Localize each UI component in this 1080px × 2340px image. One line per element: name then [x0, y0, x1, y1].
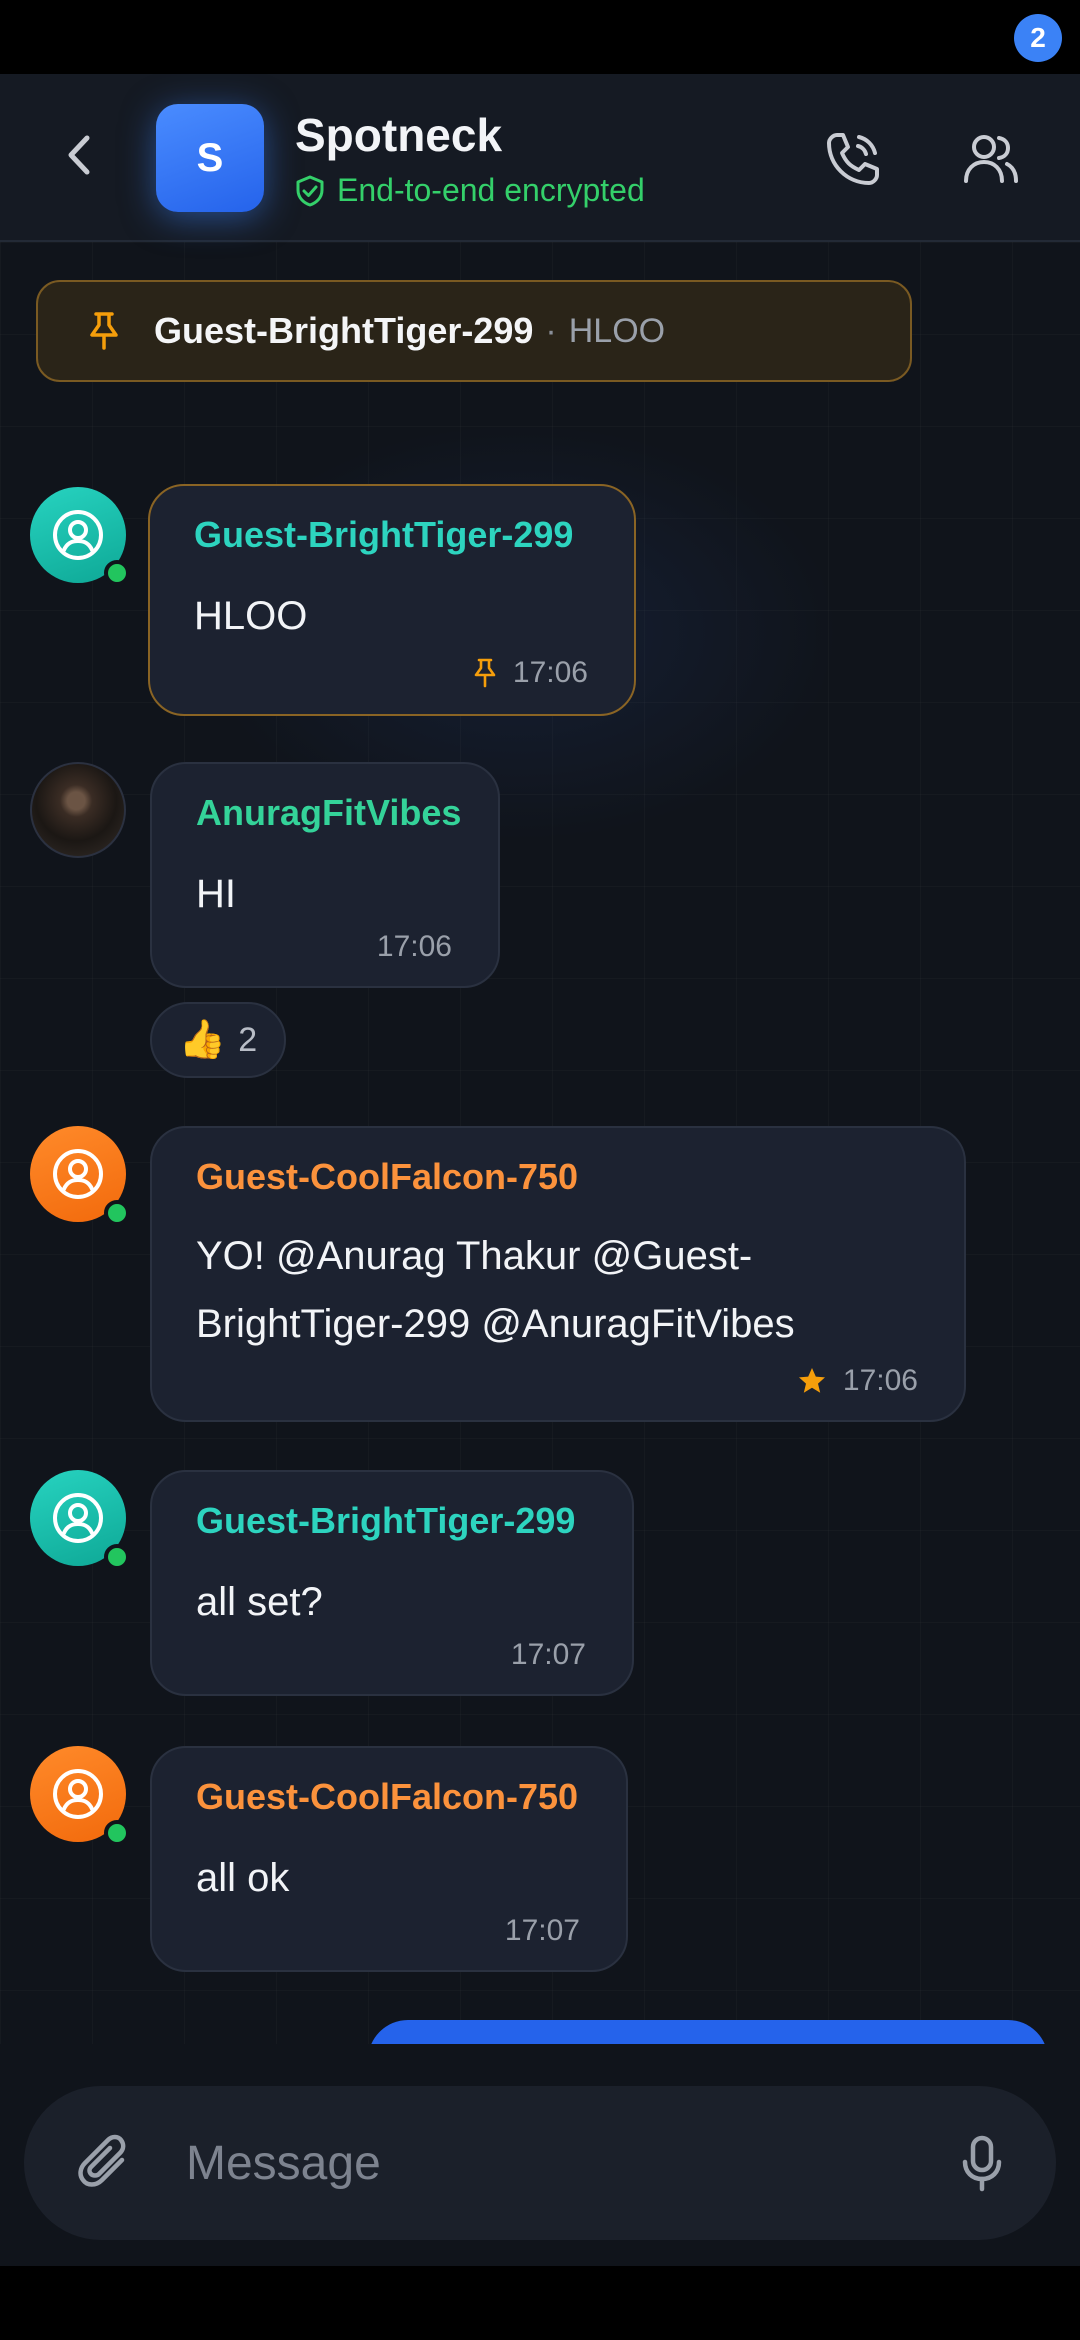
message-meta: 17:07: [505, 1914, 580, 1948]
online-indicator: [104, 1820, 130, 1846]
encryption-status: End-to-end encrypted: [295, 172, 645, 209]
users-icon: [964, 135, 1018, 183]
message-time: 17:07: [504, 1914, 580, 1947]
paperclip-icon: [78, 2134, 126, 2187]
message-time: 17:06: [376, 930, 452, 963]
microphone-icon: [962, 2135, 1002, 2192]
message-bubble[interactable]: Guest-CoolFalcon-750 YO! @Anurag Thakur …: [150, 1126, 966, 1422]
microphone-button[interactable]: [942, 2124, 1022, 2204]
navigation-bar: [0, 2266, 1080, 2340]
message-sender[interactable]: Guest-BrightTiger-299: [194, 514, 573, 556]
online-indicator: [104, 1200, 130, 1226]
encryption-label: End-to-end encrypted: [337, 172, 645, 208]
message-bubble[interactable]: Guest-BrightTiger-299 all set? 17:07: [150, 1470, 634, 1696]
message-text: HI: [196, 872, 236, 916]
back-button[interactable]: [48, 114, 110, 196]
message-meta: 17:07: [511, 1638, 586, 1672]
online-indicator: [104, 1544, 130, 1570]
pinned-text: HLOO: [568, 311, 666, 350]
pinned-author: Guest-BrightTiger-299: [154, 310, 534, 351]
members-button[interactable]: [956, 124, 1026, 194]
outgoing-message-clip: [0, 2020, 1080, 2044]
chat-header: S Spotneck End-to-end encrypted: [0, 74, 1080, 242]
group-avatar[interactable]: S: [156, 104, 264, 212]
call-button[interactable]: [818, 124, 888, 194]
user-icon: [53, 1493, 103, 1543]
message-text: all set?: [196, 1580, 323, 1624]
chat-title[interactable]: Spotneck: [295, 108, 502, 162]
online-indicator: [104, 560, 130, 586]
phone-icon: [827, 133, 879, 185]
user-icon: [53, 1149, 103, 1199]
message-time: 17:06: [842, 1364, 918, 1397]
message-text: all ok: [196, 1856, 290, 1900]
message-meta: 17:06: [473, 656, 588, 690]
message-bubble[interactable]: Guest-CoolFalcon-750 all ok 17:07: [150, 1746, 628, 1972]
reaction-count: 2: [238, 1020, 258, 1059]
outgoing-message-bubble[interactable]: [368, 2020, 1048, 2044]
reaction-chip[interactable]: 👍 2: [150, 1002, 286, 1078]
shield-check-icon: [296, 175, 324, 206]
pin-icon: [474, 658, 496, 688]
star-icon: [798, 1368, 825, 1393]
message-text: YO! @Anurag Thakur @Guest- BrightTiger-2…: [196, 1234, 795, 1346]
pin-icon: [84, 311, 124, 351]
members-count-badge: 2: [1014, 14, 1062, 62]
message-sender[interactable]: Guest-CoolFalcon-750: [196, 1156, 578, 1198]
message-time: 17:07: [510, 1638, 586, 1671]
message-bubble[interactable]: AnuragFitVibes HI 17:06: [150, 762, 500, 988]
attach-button[interactable]: [66, 2124, 146, 2204]
thumbs-up-icon: 👍: [178, 1019, 227, 1061]
pinned-separator: ·: [545, 311, 557, 350]
user-icon: [53, 1769, 103, 1819]
message-sender[interactable]: AnuragFitVibes: [196, 792, 461, 834]
pinned-message-banner[interactable]: Guest-BrightTiger-299 · HLOO: [36, 280, 912, 382]
user-icon: [53, 510, 103, 560]
chevron-left-icon: [68, 135, 90, 175]
message-meta: 17:06: [377, 930, 452, 964]
status-bar: [0, 0, 1080, 74]
sender-avatar-photo[interactable]: [30, 762, 126, 858]
message-meta: 17:06: [797, 1364, 918, 1398]
message-sender[interactable]: Guest-CoolFalcon-750: [196, 1776, 578, 1818]
message-bubble[interactable]: Guest-BrightTiger-299 HLOO 17:06: [148, 484, 636, 716]
message-sender[interactable]: Guest-BrightTiger-299: [196, 1500, 575, 1542]
message-input[interactable]: [186, 2118, 886, 2208]
message-time: 17:06: [512, 656, 588, 689]
group-avatar-letter: S: [196, 135, 224, 180]
message-text: HLOO: [194, 594, 308, 638]
